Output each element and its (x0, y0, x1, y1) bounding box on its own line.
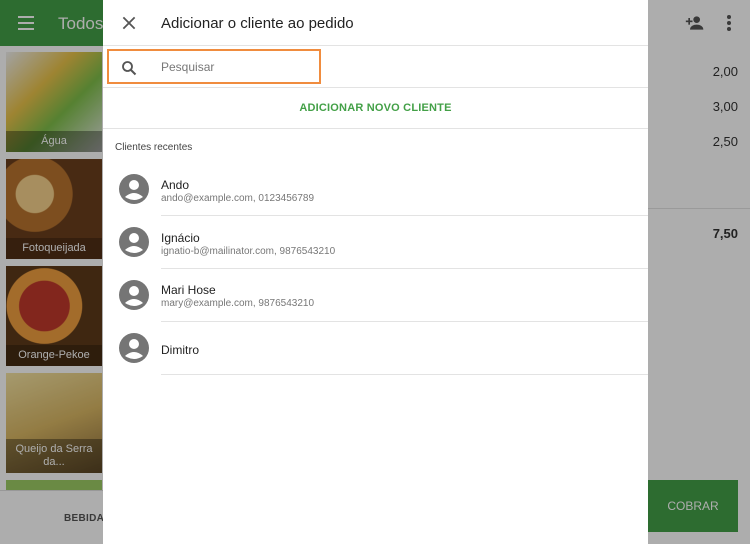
client-row[interactable]: Mari Hose mary@example.com, 9876543210 (103, 269, 648, 322)
account-circle-icon (119, 227, 149, 257)
client-name: Ignácio (161, 231, 200, 245)
client-details: ando@example.com, 0123456789 (161, 193, 315, 204)
account-circle-icon (119, 280, 149, 310)
client-name: Mari Hose (161, 283, 216, 297)
dialog-title: Adicionar o cliente ao pedido (161, 15, 354, 32)
add-client-row: ADICIONAR NOVO CLIENTE (103, 88, 648, 129)
search-icon (122, 61, 137, 76)
search-box[interactable] (107, 49, 321, 84)
recent-clients-label: Clientes recentes (115, 142, 193, 153)
client-details: ignatio-b@mailinator.com, 9876543210 (161, 246, 336, 257)
account-circle-icon (119, 174, 149, 204)
dialog-header: Adicionar o cliente ao pedido (103, 0, 648, 46)
account-circle-icon (119, 333, 149, 363)
client-name: Dimitro (161, 343, 199, 357)
add-client-dialog: Adicionar o cliente ao pedido ADICIONAR … (103, 0, 648, 544)
search-row (103, 46, 648, 88)
add-new-client-button[interactable]: ADICIONAR NOVO CLIENTE (103, 88, 648, 128)
client-row[interactable]: Ando ando@example.com, 0123456789 (103, 163, 648, 216)
divider (161, 374, 648, 375)
client-details: mary@example.com, 9876543210 (161, 298, 315, 309)
client-row[interactable]: Ignácio ignatio-b@mailinator.com, 987654… (103, 216, 648, 269)
search-input[interactable] (161, 58, 311, 76)
close-icon[interactable] (121, 15, 137, 31)
client-name: Ando (161, 178, 190, 192)
client-row[interactable]: Dimitro (103, 322, 648, 375)
